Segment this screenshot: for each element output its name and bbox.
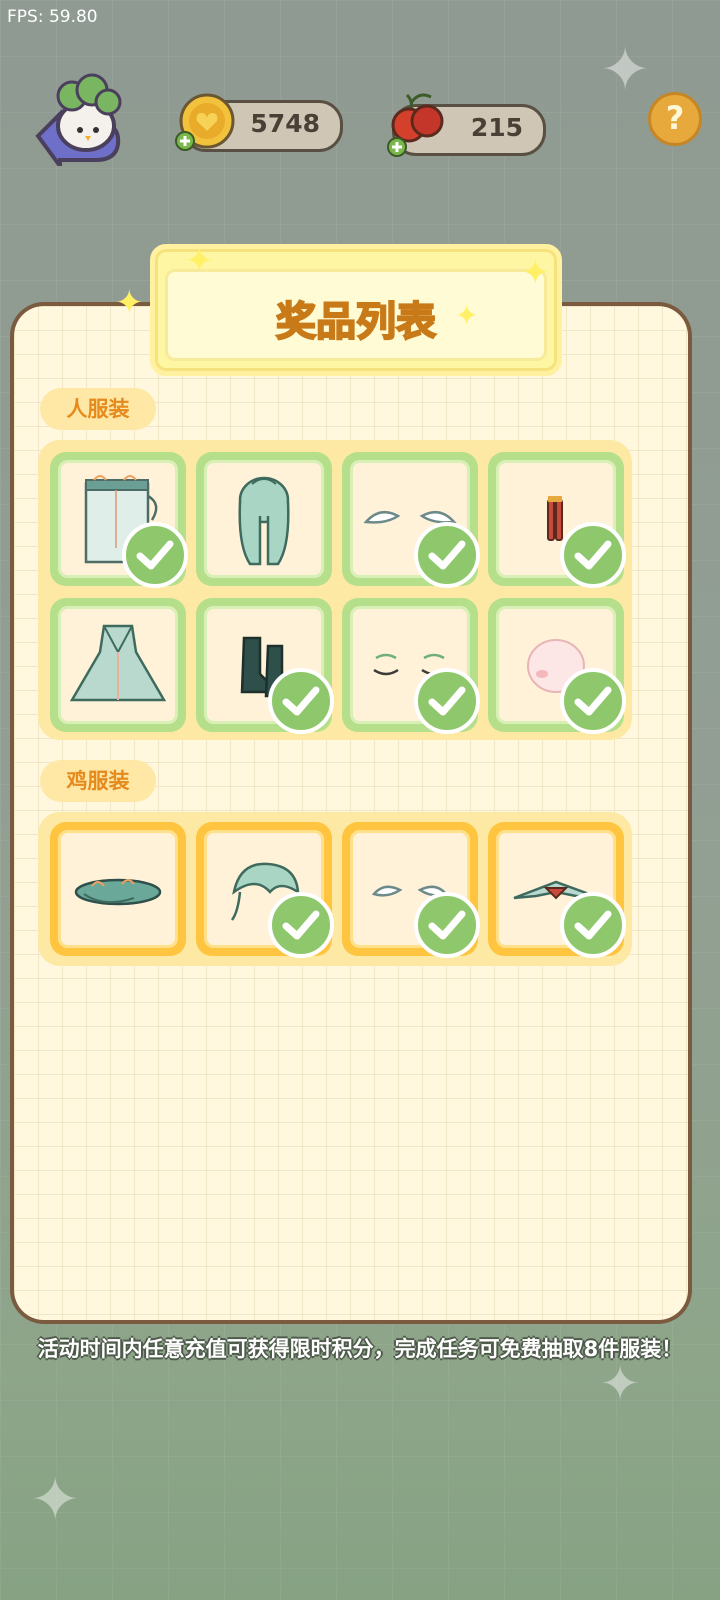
owned-check-badge (560, 522, 626, 588)
cherry-amount: 215 (470, 113, 523, 142)
title-banner: 奖品列表 ✦ ✦ ✦ ✦ (115, 241, 562, 376)
checkmark-icon (136, 540, 174, 570)
prize-item-chicken-mustache[interactable] (488, 822, 626, 958)
prize-item-boots[interactable] (196, 598, 334, 734)
star-icon: ✦ (115, 283, 144, 323)
prize-item-earring[interactable] (488, 452, 626, 588)
checkmark-icon (574, 540, 612, 570)
checkmark-icon (282, 686, 320, 716)
human-clothing-grid (38, 440, 632, 740)
owned-check-badge (268, 668, 334, 734)
cherry-icon (387, 93, 444, 157)
chicken-hat-icon (74, 878, 162, 906)
coin-icon (175, 93, 235, 151)
sparkle-icon: ✦ (600, 35, 651, 105)
prize-item-hat-veil[interactable] (50, 452, 188, 588)
prize-item-closed-eyes[interactable] (342, 598, 480, 734)
checkmark-icon (574, 910, 612, 940)
owned-check-badge (560, 892, 626, 958)
owned-check-badge (560, 668, 626, 734)
star-icon: ✦ (185, 241, 214, 281)
robe-dress-icon (69, 624, 167, 702)
owned-check-badge (414, 522, 480, 588)
owned-check-badge (414, 892, 480, 958)
sparkle-icon: ✦ (30, 1465, 81, 1535)
prize-item-wings[interactable] (342, 452, 480, 588)
coin-counter: 5748 (175, 93, 343, 152)
back-button[interactable] (30, 66, 128, 173)
prize-item-chicken-wings[interactable] (342, 822, 480, 958)
prize-item-chicken-hat[interactable] (50, 822, 186, 956)
prize-item-blush-face[interactable] (488, 598, 626, 734)
help-button[interactable]: ? (648, 92, 702, 146)
checkmark-icon (428, 910, 466, 940)
coin-amount: 5748 (250, 109, 320, 138)
star-icon: ✦ (521, 253, 550, 293)
cherry-counter: 215 (387, 93, 546, 157)
footer-note: 活动时间内任意充值可获得限时积分，完成任务可免费抽取8件服装！ (37, 1337, 683, 1361)
back-arrow-icon (35, 73, 122, 173)
chicken-clothing-label: 鸡服装 (40, 760, 156, 802)
owned-check-badge (268, 892, 334, 958)
chicken-clothing-grid (38, 812, 632, 966)
checkmark-icon (282, 910, 320, 940)
long-hair-icon (238, 476, 290, 566)
star-icon: ✦ (455, 299, 479, 332)
checkmark-icon (574, 686, 612, 716)
human-clothing-label: 人服装 (40, 388, 156, 430)
prize-item-robe-dress[interactable] (50, 598, 186, 732)
checkmark-icon (428, 686, 466, 716)
owned-check-badge (414, 668, 480, 734)
sparkle-icon: ✦ (600, 1356, 641, 1412)
owned-check-badge (122, 522, 188, 588)
panel-title: 奖品列表 (275, 298, 437, 346)
fps-counter: FPS: 59.80 (7, 7, 98, 27)
checkmark-icon (428, 540, 466, 570)
prize-item-long-hair[interactable] (196, 452, 332, 586)
prize-item-chicken-hair[interactable] (196, 822, 334, 958)
